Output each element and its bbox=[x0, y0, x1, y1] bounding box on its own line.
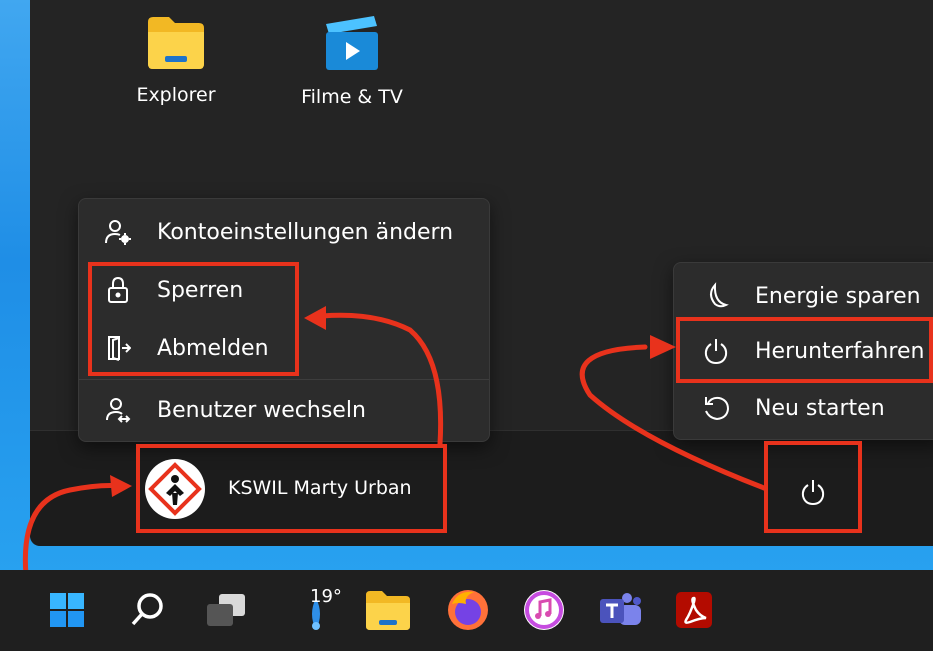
task-view-icon bbox=[207, 594, 245, 626]
taskbar-itunes[interactable] bbox=[514, 580, 574, 640]
highlight-power-button bbox=[764, 441, 862, 533]
windows-start-icon bbox=[50, 593, 84, 627]
films-tv-label: Filme & TV bbox=[301, 86, 403, 108]
firefox-icon bbox=[448, 590, 488, 630]
highlight-shutdown bbox=[676, 317, 933, 383]
menu-divider bbox=[79, 379, 489, 380]
weather-temperature: 19° bbox=[310, 586, 342, 607]
taskbar: 19° bbox=[0, 570, 933, 651]
highlight-lock-signout bbox=[88, 262, 299, 376]
menu-item-label: Energie sparen bbox=[755, 283, 921, 309]
menu-item-label: Neu starten bbox=[755, 395, 885, 421]
search-icon bbox=[131, 593, 163, 626]
switch-user-icon bbox=[104, 396, 132, 424]
taskbar-acrobat[interactable] bbox=[664, 580, 724, 640]
account-settings-icon bbox=[104, 218, 132, 246]
menu-item-switch-user[interactable]: Benutzer wechseln bbox=[79, 385, 489, 435]
moon-icon bbox=[702, 282, 730, 310]
restart-icon bbox=[702, 394, 730, 422]
folder-icon bbox=[148, 17, 204, 69]
menu-item-account-settings[interactable]: Kontoeinstellungen ändern bbox=[79, 207, 489, 257]
explorer-label: Explorer bbox=[136, 84, 216, 106]
teams-icon bbox=[600, 593, 641, 625]
weather-widget[interactable]: 19° bbox=[284, 580, 350, 640]
menu-item-sleep[interactable]: Energie sparen bbox=[674, 271, 933, 321]
taskbar-firefox[interactable] bbox=[438, 580, 498, 640]
taskbar-teams[interactable] bbox=[590, 580, 650, 640]
taskbar-file-explorer[interactable] bbox=[358, 580, 418, 640]
pinned-app-films-tv[interactable]: Filme & TV bbox=[282, 14, 422, 108]
films-tv-icon bbox=[326, 16, 378, 70]
pinned-app-explorer[interactable]: Explorer bbox=[106, 14, 246, 106]
itunes-icon bbox=[524, 590, 564, 630]
task-view-button[interactable] bbox=[196, 580, 256, 640]
menu-item-restart[interactable]: Neu starten bbox=[674, 383, 933, 433]
acrobat-icon bbox=[676, 592, 712, 628]
highlight-user bbox=[136, 444, 447, 533]
search-button[interactable] bbox=[118, 580, 178, 640]
menu-item-label: Kontoeinstellungen ändern bbox=[157, 219, 454, 245]
start-button[interactable] bbox=[37, 580, 97, 640]
file-explorer-icon bbox=[366, 591, 410, 630]
menu-item-label: Benutzer wechseln bbox=[157, 397, 366, 423]
